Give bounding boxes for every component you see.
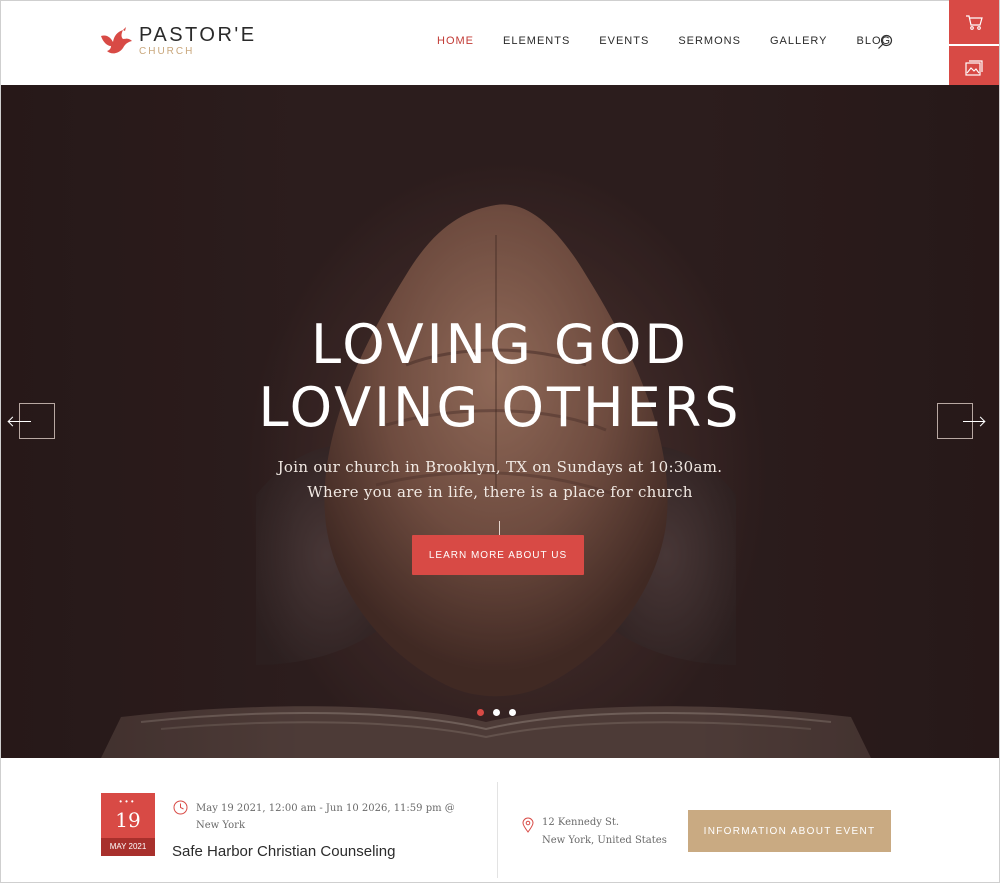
slider-next-button[interactable] xyxy=(937,403,986,439)
image-gallery-icon xyxy=(965,60,983,76)
event-time-range: May 19 2021, 12:00 am - Jun 10 2026, 11:… xyxy=(196,803,455,831)
event-address-line1: 12 Kennedy St. xyxy=(542,817,620,828)
brand-name: PASTOR'E xyxy=(139,24,257,46)
learn-more-button[interactable]: LEARN MORE ABOUT US xyxy=(412,535,584,575)
cart-icon xyxy=(966,15,983,30)
slider-dot-1[interactable] xyxy=(477,709,484,716)
event-title[interactable]: Safe Harbor Christian Counseling xyxy=(172,843,395,860)
nav-item-elements[interactable]: ELEMENTS xyxy=(503,34,570,48)
slider-prev-button[interactable] xyxy=(7,403,55,439)
main-nav: HOME ELEMENTS EVENTS SERMONS GALLERY BLO… xyxy=(437,34,920,48)
nav-item-home[interactable]: HOME xyxy=(437,34,474,48)
hero-slider: LOVING GOD LOVING OTHERS Join our church… xyxy=(1,85,999,758)
calendar-rings-icon: ••• xyxy=(119,797,137,806)
site-header: PASTOR'E CHURCH HOME ELEMENTS EVENTS SER… xyxy=(1,1,999,85)
slider-dot-2[interactable] xyxy=(493,709,500,716)
event-month: MAY 2021 xyxy=(101,838,155,856)
dove-logo-icon xyxy=(101,27,132,54)
event-day: 19 xyxy=(115,808,141,832)
nav-item-gallery[interactable]: GALLERY xyxy=(770,34,828,48)
slider-pagination xyxy=(477,709,525,716)
clock-icon xyxy=(173,800,188,815)
event-info-button[interactable]: INFORMATION ABOUT EVENT xyxy=(688,810,891,852)
hero-subtitle-line2: Where you are in life, there is a place … xyxy=(307,483,693,501)
nav-item-events[interactable]: EVENTS xyxy=(599,34,649,48)
hero-title-line2: LOVING OTHERS xyxy=(258,376,742,439)
site-logo[interactable]: PASTOR'E CHURCH xyxy=(99,21,257,61)
brand-tagline: CHURCH xyxy=(139,46,195,57)
location-pin-icon xyxy=(522,817,534,833)
event-address-line2: New York, United States xyxy=(542,835,667,846)
search-icon[interactable] xyxy=(877,34,893,50)
hero-subtitle-line1: Join our church in Brooklyn, TX on Sunda… xyxy=(277,458,723,476)
slider-dot-3[interactable] xyxy=(509,709,516,716)
hero-title-line1: LOVING GOD xyxy=(311,313,689,376)
event-divider xyxy=(497,782,498,878)
event-date-badge: ••• 19 MAY 2021 xyxy=(101,793,155,856)
cart-button[interactable] xyxy=(949,0,999,46)
nav-item-sermons[interactable]: SERMONS xyxy=(678,34,741,48)
upcoming-event: ••• 19 MAY 2021 May 19 2021, 12:00 am - … xyxy=(1,758,999,882)
event-address: 12 Kennedy St. New York, United States xyxy=(542,814,667,850)
